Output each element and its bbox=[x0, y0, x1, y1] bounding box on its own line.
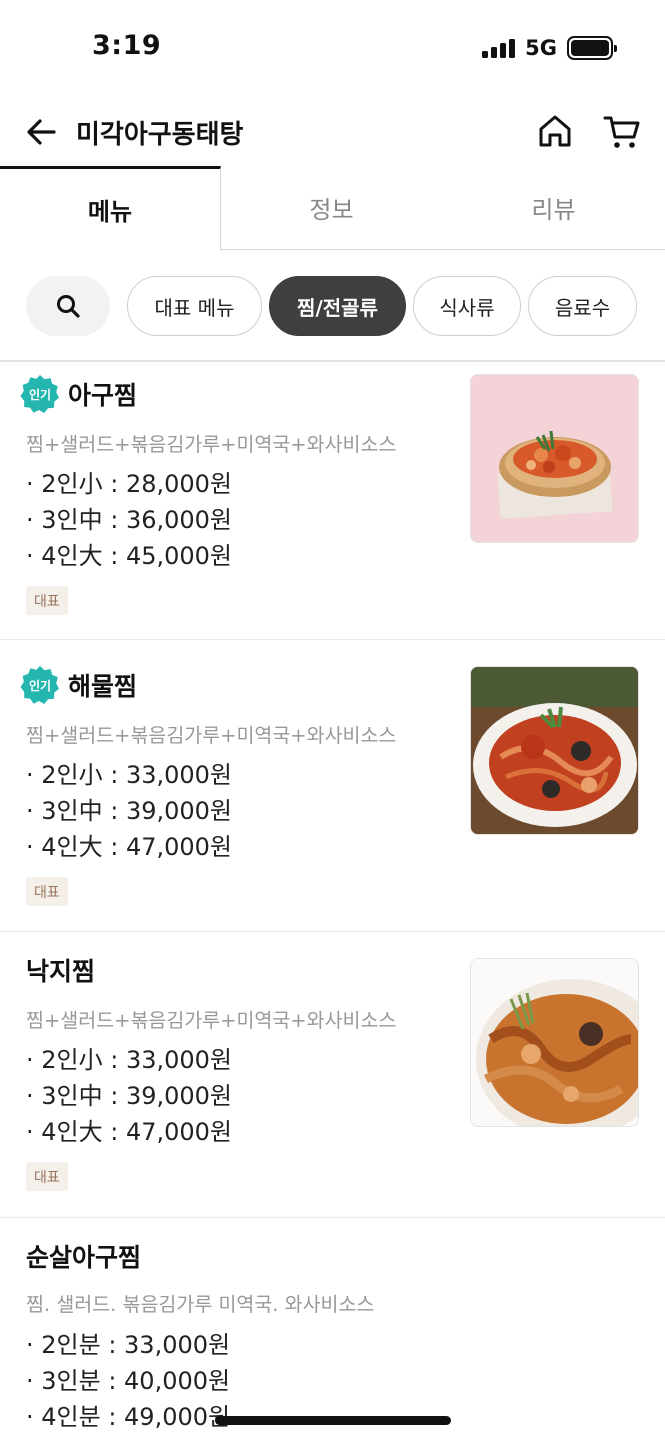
braised-octopus-photo bbox=[471, 959, 638, 1126]
price-option: · 2인小 : 33,000원 bbox=[26, 1046, 233, 1074]
menu-item-image[interactable] bbox=[470, 958, 639, 1127]
tab-menu[interactable]: 메뉴 bbox=[0, 166, 221, 250]
status-icons: 5G bbox=[482, 36, 617, 60]
status-bar: 3:19 5G bbox=[0, 0, 665, 100]
price-option: · 4인大 : 47,000원 bbox=[26, 833, 233, 861]
braised-monkfish-photo bbox=[471, 375, 638, 542]
search-icon bbox=[57, 295, 80, 318]
cart-icon bbox=[603, 116, 640, 148]
menu-item-description: 찜+샐러드+볶음김가루+미역국+와사비소스 bbox=[26, 724, 397, 747]
menu-item-image[interactable] bbox=[470, 666, 639, 835]
price-option: · 3인분 : 40,000원 bbox=[26, 1367, 231, 1395]
tab-bar: 메뉴 정보 리뷰 bbox=[0, 166, 665, 250]
menu-item-description: 찜+샐러드+볶음김가루+미역국+와사비소스 bbox=[26, 433, 397, 456]
price-option: · 3인中 : 39,000원 bbox=[26, 1082, 233, 1110]
filter-chip-drinks[interactable]: 음료수 bbox=[528, 276, 637, 336]
filter-chip-meals[interactable]: 식사류 bbox=[413, 276, 521, 336]
price-option: · 4인大 : 47,000원 bbox=[26, 1118, 233, 1146]
menu-item-name: 해물찜 bbox=[68, 672, 138, 701]
home-button[interactable] bbox=[536, 112, 574, 150]
braised-seafood-photo bbox=[471, 667, 638, 834]
price-list: · 2인小 : 33,000원 · 3인中 : 39,000원 · 4인大 : … bbox=[26, 757, 232, 865]
popular-badge: 인기 bbox=[20, 665, 60, 705]
signature-tag: 대표 bbox=[26, 1162, 68, 1191]
cart-button[interactable] bbox=[602, 112, 642, 150]
menu-item[interactable]: 낙지찜 찜+샐러드+볶음김가루+미역국+와사비소스 · 2인小 : 33,000… bbox=[0, 932, 665, 1218]
back-button[interactable] bbox=[24, 114, 60, 150]
price-option: · 3인中 : 39,000원 bbox=[26, 797, 233, 825]
signature-tag: 대표 bbox=[26, 877, 68, 906]
status-time: 3:19 bbox=[92, 30, 162, 61]
arrow-left-icon bbox=[27, 119, 56, 145]
price-list: · 2인小 : 28,000원 · 3인中 : 36,000원 · 4인大 : … bbox=[26, 466, 232, 574]
app-header: 미각아구동태탕 bbox=[0, 100, 665, 166]
menu-item[interactable]: 인기 해물찜 찜+샐러드+볶음김가루+미역국+와사비소스 · 2인小 : 33,… bbox=[0, 640, 665, 932]
menu-item-description: 찜+샐러드+볶음김가루+미역국+와사비소스 bbox=[26, 1009, 397, 1032]
menu-item-description: 찜. 샐러드. 볶음김가루 미역국. 와사비소스 bbox=[26, 1293, 375, 1316]
popular-badge: 인기 bbox=[20, 374, 60, 414]
menu-item-name: 순살아구찜 bbox=[26, 1243, 142, 1272]
category-filter-bar: 대표 메뉴 찜/전골류 식사류 음료수 bbox=[0, 274, 665, 338]
price-option: · 2인小 : 33,000원 bbox=[26, 761, 233, 789]
price-option: · 4인분 : 49,000원 bbox=[26, 1403, 231, 1431]
signature-tag: 대표 bbox=[26, 586, 68, 615]
tab-info[interactable]: 정보 bbox=[221, 166, 442, 250]
menu-item-name: 아구찜 bbox=[68, 381, 138, 410]
filter-chip-signature[interactable]: 대표 메뉴 bbox=[127, 276, 262, 336]
battery-icon bbox=[567, 36, 617, 60]
network-label: 5G bbox=[525, 36, 557, 60]
price-option: · 3인中 : 36,000원 bbox=[26, 506, 233, 534]
menu-item[interactable]: 인기 아구찜 찜+샐러드+볶음김가루+미역국+와사비소스 · 2인小 : 28,… bbox=[0, 362, 665, 640]
signal-icon bbox=[482, 38, 516, 58]
price-option: · 2인분 : 33,000원 bbox=[26, 1331, 231, 1359]
price-list: · 2인분 : 33,000원 · 3인분 : 40,000원 · 4인분 : … bbox=[26, 1327, 230, 1435]
menu-item-name: 낙지찜 bbox=[26, 957, 96, 986]
home-indicator bbox=[215, 1416, 451, 1425]
menu-item[interactable]: 순살아구찜 찜. 샐러드. 볶음김가루 미역국. 와사비소스 · 2인분 : 3… bbox=[0, 1218, 665, 1440]
page-title: 미각아구동태탕 bbox=[76, 120, 244, 150]
price-option: · 2인小 : 28,000원 bbox=[26, 470, 233, 498]
filter-chip-braised[interactable]: 찜/전골류 bbox=[269, 276, 406, 336]
menu-search-button[interactable] bbox=[26, 276, 110, 336]
menu-item-image[interactable] bbox=[470, 374, 639, 543]
price-option: · 4인大 : 45,000원 bbox=[26, 542, 233, 570]
home-icon bbox=[539, 115, 571, 147]
price-list: · 2인小 : 33,000원 · 3인中 : 39,000원 · 4인大 : … bbox=[26, 1042, 232, 1150]
tab-reviews[interactable]: 리뷰 bbox=[442, 166, 665, 250]
